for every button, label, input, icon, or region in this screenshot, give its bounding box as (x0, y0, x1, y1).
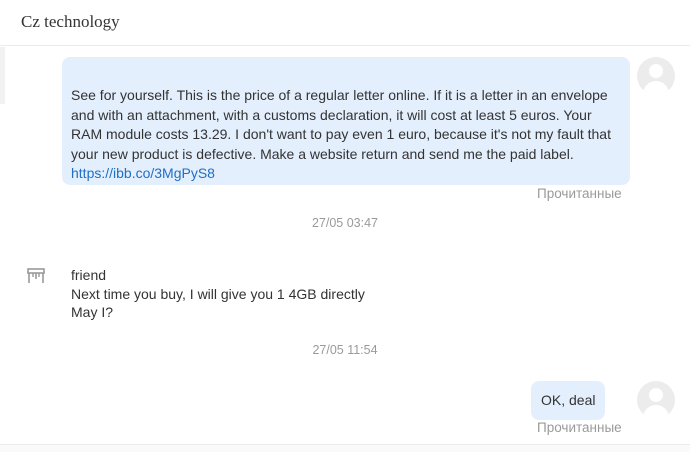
outgoing-message-bubble: OK, deal (531, 381, 605, 420)
outgoing-message-bubble: See for yourself. This is the price of a… (62, 57, 630, 185)
message-text: See for yourself. This is the price of a… (71, 87, 611, 162)
shop-icon (27, 268, 45, 283)
message-timestamp: 27/05 11:54 (312, 343, 378, 357)
message-timestamp: 27/05 03:47 (311, 216, 379, 230)
sender-name: friend (71, 267, 107, 283)
chat-header: Cz technology (0, 0, 690, 46)
message-text: May I? (71, 304, 114, 320)
incoming-message: friend Next time you buy, I will give yo… (71, 266, 365, 322)
read-status: Прочитанные (537, 186, 622, 201)
user-avatar-icon[interactable] (637, 381, 675, 419)
chat-title: Cz technology (21, 12, 120, 31)
chat-area[interactable]: See for yourself. This is the price of a… (0, 47, 690, 444)
user-avatar-icon[interactable] (637, 57, 675, 95)
message-text: Next time you buy, I will give you 1 4GB… (71, 285, 365, 302)
message-link[interactable]: https://ibb.co/3MgPyS8 (71, 164, 215, 184)
read-status: Прочитанные (537, 420, 622, 435)
message-text: OK, deal (541, 392, 596, 408)
message-input-divider (0, 444, 690, 452)
